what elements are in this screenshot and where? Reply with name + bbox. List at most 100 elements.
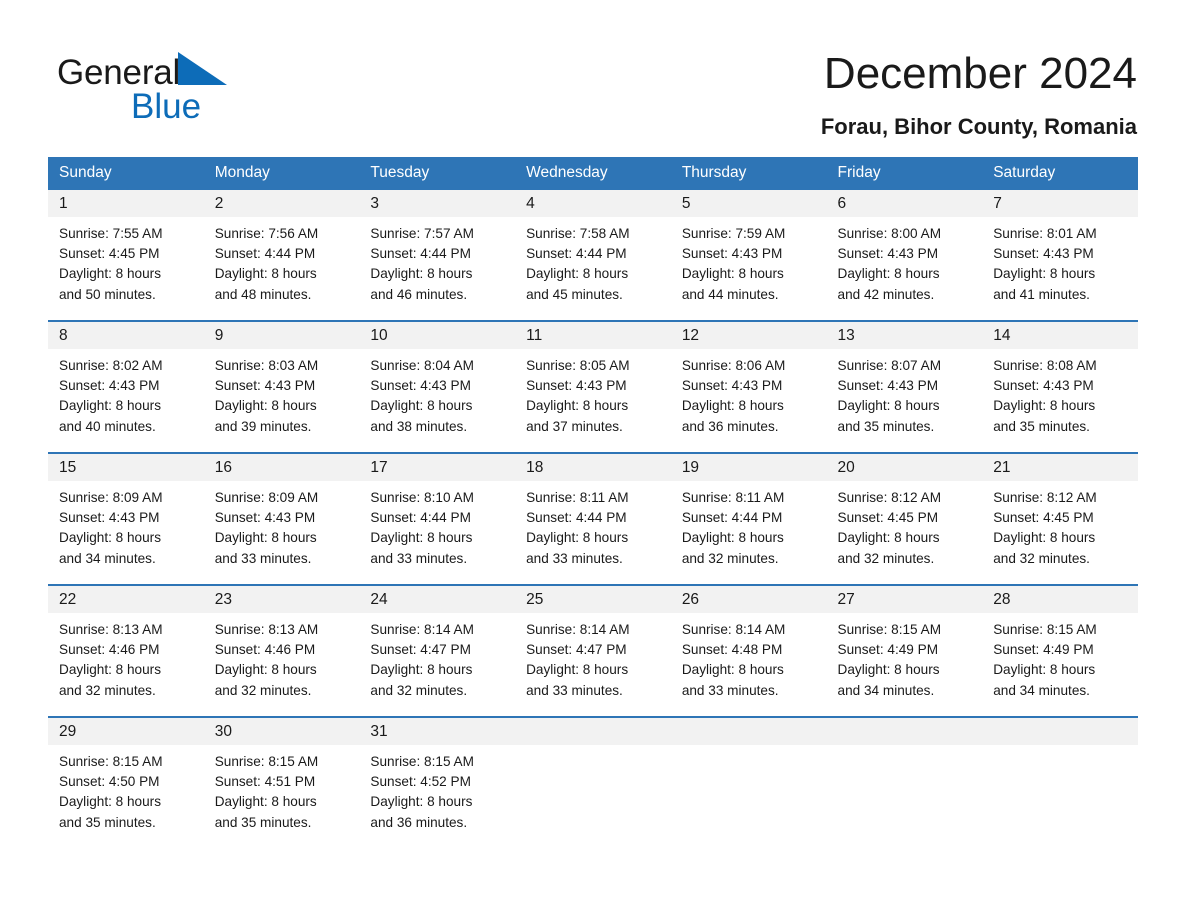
calendar-day-cell[interactable]: 9 Sunrise: 8:03 AM Sunset: 4:43 PM Daylight… xyxy=(203,320,360,437)
day-number: 20 xyxy=(826,454,983,481)
daylight-text-line1: Daylight: 8 hours xyxy=(59,662,162,678)
calendar-day-cell[interactable]: 20 Sunrise: 8:12 AM Sunset: 4:45 PM Dayligh… xyxy=(826,452,983,569)
day-number: 22 xyxy=(48,586,204,613)
calendar-day-cell[interactable]: 13 Sunrise: 8:07 AM Sunset: 4:43 PM Dayligh… xyxy=(826,320,983,435)
sunset-text: Sunset: 4:49 PM xyxy=(837,642,939,658)
calendar-day-cell[interactable]: 24 Sunrise: 8:14 AM Sunset: 4:47 PM Dayligh… xyxy=(359,584,516,701)
calendar-header-row: Sunday Monday Tuesday Wednesday Thursday… xyxy=(48,157,1138,190)
daylight-text-line1: Daylight: 8 hours xyxy=(214,266,317,282)
day-details: Sunrise: 8:01 AM Sunset: 4:43 PM Daylight:… xyxy=(982,217,1138,305)
day-details: Sunrise: 8:12 AM Sunset: 4:45 PM Daylight:… xyxy=(982,481,1138,569)
calendar-day-cell[interactable]: 5 Sunrise: 7:59 AM Sunset: 4:43 PM Daylight… xyxy=(670,190,827,303)
day-details: Sunrise: 8:11 AM Sunset: 4:44 PM Daylight:… xyxy=(671,481,827,569)
day-details: Sunrise: 8:11 AM Sunset: 4:44 PM Daylight:… xyxy=(515,481,671,569)
daylight-text-line1: Daylight: 8 hours xyxy=(837,266,940,282)
sunset-text: Sunset: 4:49 PM xyxy=(993,642,1094,658)
calendar-day-cell[interactable]: 12 Sunrise: 8:06 AM Sunset: 4:43 PM Dayligh… xyxy=(670,320,827,435)
calendar-day-cell[interactable]: 11 Sunrise: 8:05 AM Sunset: 4:43 PM Dayligh… xyxy=(515,320,671,435)
sunrise-text: Sunrise: 7:58 AM xyxy=(526,226,630,241)
calendar-day-cell[interactable]: 8 Sunrise: 8:02 AM Sunset: 4:43 PM Daylight… xyxy=(48,320,204,437)
sunset-text: Sunset: 4:47 PM xyxy=(370,642,471,658)
day-details: Sunrise: 8:12 AM Sunset: 4:45 PM Daylight:… xyxy=(827,481,983,569)
daylight-text-line2: and 33 minutes. xyxy=(526,550,623,566)
sunset-text: Sunset: 4:43 PM xyxy=(837,246,939,262)
daylight-text-line1: Daylight: 8 hours xyxy=(837,662,940,678)
day-details: Sunrise: 8:13 AM Sunset: 4:46 PM Daylight:… xyxy=(48,613,204,701)
sunrise-text: Sunrise: 7:55 AM xyxy=(59,226,163,241)
daylight-text-line1: Daylight: 8 hours xyxy=(370,530,473,546)
title-block: December 2024 Forau, Bihor County, Roman… xyxy=(821,48,1137,142)
day-number: 9 xyxy=(203,322,360,349)
day-number xyxy=(982,718,1138,745)
daylight-text-line2: and 32 minutes. xyxy=(59,682,156,698)
calendar-day-cell[interactable]: 30 Sunrise: 8:15 AM Sunset: 4:51 PM Dayligh… xyxy=(203,716,360,831)
calendar-day-cell[interactable]: 1 Sunrise: 7:55 AM Sunset: 4:45 PM Daylight… xyxy=(48,190,204,303)
calendar-day-cell[interactable]: 21 Sunrise: 8:12 AM Sunset: 4:45 PM Dayligh… xyxy=(982,452,1138,569)
calendar-day-cell[interactable]: 29 Sunrise: 8:15 AM Sunset: 4:50 PM Dayligh… xyxy=(48,716,204,831)
calendar-day-cell[interactable]: 22 Sunrise: 8:13 AM Sunset: 4:46 PM Dayligh… xyxy=(48,584,204,701)
daylight-text-line2: and 35 minutes. xyxy=(993,418,1090,434)
calendar-day-cell[interactable]: 6 Sunrise: 8:00 AM Sunset: 4:43 PM Daylight… xyxy=(826,190,983,303)
day-details: Sunrise: 8:03 AM Sunset: 4:43 PM Daylight:… xyxy=(204,349,360,437)
weekday-header-monday: Monday xyxy=(203,157,360,190)
sunset-text: Sunset: 4:43 PM xyxy=(214,510,316,526)
calendar-day-cell[interactable]: 27 Sunrise: 8:15 AM Sunset: 4:49 PM Dayligh… xyxy=(826,584,983,699)
sunrise-text: Sunrise: 8:14 AM xyxy=(681,622,786,637)
sunset-text: Sunset: 4:43 PM xyxy=(214,378,316,394)
daylight-text-line2: and 32 minutes. xyxy=(370,682,468,698)
calendar-day-cell[interactable]: 26 Sunrise: 8:14 AM Sunset: 4:48 PM Dayligh… xyxy=(670,584,827,699)
daylight-text-line2: and 42 minutes. xyxy=(837,286,935,302)
calendar-day-cell[interactable]: 18 Sunrise: 8:11 AM Sunset: 4:44 PM Dayligh… xyxy=(515,452,671,569)
sunset-text: Sunset: 4:43 PM xyxy=(993,246,1094,262)
day-details: Sunrise: 8:02 AM Sunset: 4:43 PM Daylight:… xyxy=(48,349,204,437)
day-number: 28 xyxy=(982,586,1138,613)
calendar-day-cell[interactable]: 15 Sunrise: 8:09 AM Sunset: 4:43 PM Dayligh… xyxy=(48,452,204,567)
general-blue-logo[interactable]: General Blue xyxy=(57,52,387,130)
day-number: 14 xyxy=(982,322,1138,349)
sunset-text: Sunset: 4:44 PM xyxy=(370,510,471,526)
calendar-day-cell[interactable]: 14 Sunrise: 8:08 AM Sunset: 4:43 PM Dayligh… xyxy=(982,320,1138,435)
calendar-day-cell[interactable]: 7 Sunrise: 8:01 AM Sunset: 4:43 PM Daylight… xyxy=(982,190,1138,303)
daylight-text-line1: Daylight: 8 hours xyxy=(370,398,473,414)
week-spacer xyxy=(48,567,1138,585)
day-number: 10 xyxy=(359,322,516,349)
calendar-day-cell-empty xyxy=(515,716,671,831)
calendar-day-cell[interactable]: 17 Sunrise: 8:10 AM Sunset: 4:44 PM Dayligh… xyxy=(359,452,516,567)
daylight-text-line2: and 32 minutes. xyxy=(214,682,312,698)
calendar-day-cell[interactable]: 3 Sunrise: 7:57 AM Sunset: 4:44 PM Daylight… xyxy=(359,190,516,303)
calendar-day-cell[interactable]: 25 Sunrise: 8:14 AM Sunset: 4:47 PM Dayligh… xyxy=(515,584,671,701)
day-details: Sunrise: 8:14 AM Sunset: 4:47 PM Daylight:… xyxy=(515,613,671,701)
calendar-day-cell[interactable]: 28 Sunrise: 8:15 AM Sunset: 4:49 PM Dayligh… xyxy=(982,584,1138,701)
calendar-day-cell[interactable]: 4 Sunrise: 7:58 AM Sunset: 4:44 PM Daylight… xyxy=(515,190,671,303)
calendar-day-cell[interactable]: 10 Sunrise: 8:04 AM Sunset: 4:43 PM Dayligh… xyxy=(359,320,516,435)
sunrise-text: Sunrise: 8:03 AM xyxy=(214,358,319,373)
daylight-text-line1: Daylight: 8 hours xyxy=(837,398,940,414)
daylight-text-line2: and 35 minutes. xyxy=(59,814,156,830)
daylight-text-line2: and 33 minutes. xyxy=(214,550,312,566)
sunrise-text: Sunrise: 8:08 AM xyxy=(993,358,1097,373)
daylight-text-line1: Daylight: 8 hours xyxy=(681,398,784,414)
calendar-day-cell[interactable]: 2 Sunrise: 7:56 AM Sunset: 4:44 PM Daylight… xyxy=(203,190,360,303)
sunrise-text: Sunrise: 8:00 AM xyxy=(837,226,942,241)
daylight-text-line1: Daylight: 8 hours xyxy=(837,530,940,546)
daylight-text-line1: Daylight: 8 hours xyxy=(681,266,784,282)
day-number: 13 xyxy=(826,322,983,349)
daylight-text-line2: and 32 minutes. xyxy=(837,550,935,566)
sunset-text: Sunset: 4:43 PM xyxy=(681,246,783,262)
daylight-text-line1: Daylight: 8 hours xyxy=(526,530,629,546)
calendar-day-cell[interactable]: 16 Sunrise: 8:09 AM Sunset: 4:43 PM Dayligh… xyxy=(203,452,360,567)
calendar-day-cell[interactable]: 31 Sunrise: 8:15 AM Sunset: 4:52 PM Dayligh… xyxy=(359,716,516,831)
daylight-text-line2: and 39 minutes. xyxy=(214,418,312,434)
day-number: 29 xyxy=(48,718,204,745)
day-number: 26 xyxy=(670,586,827,613)
sunrise-text: Sunrise: 7:59 AM xyxy=(681,226,786,241)
sunset-text: Sunset: 4:44 PM xyxy=(526,246,627,262)
sunset-text: Sunset: 4:44 PM xyxy=(214,246,316,262)
weekday-header-sunday: Sunday xyxy=(48,157,204,190)
day-details: Sunrise: 8:14 AM Sunset: 4:47 PM Daylight:… xyxy=(359,613,515,701)
daylight-text-line2: and 50 minutes. xyxy=(59,286,156,302)
calendar-day-cell[interactable]: 23 Sunrise: 8:13 AM Sunset: 4:46 PM Dayligh… xyxy=(203,584,360,699)
sunrise-text: Sunrise: 8:01 AM xyxy=(993,226,1097,241)
day-details: Sunrise: 8:15 AM Sunset: 4:49 PM Daylight:… xyxy=(982,613,1138,701)
calendar-day-cell[interactable]: 19 Sunrise: 8:11 AM Sunset: 4:44 PM Dayligh… xyxy=(670,452,827,569)
